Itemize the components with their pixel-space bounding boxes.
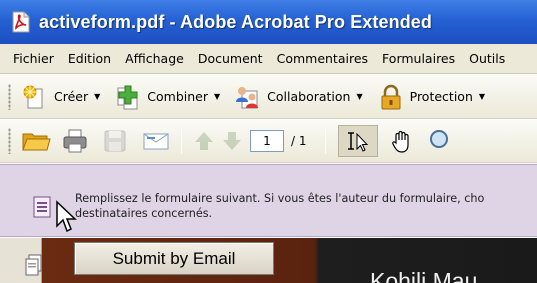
- menu-document[interactable]: Document: [191, 51, 270, 66]
- menu-edition[interactable]: Edition: [61, 51, 118, 66]
- forms-message-bar: Remplissez le formulaire suivant. Si vou…: [0, 164, 537, 237]
- form-instructions-line2: destinataires concernés.: [75, 207, 213, 220]
- create-button[interactable]: Créer ▼: [21, 83, 100, 111]
- task-toolbar: Créer ▼ Combiner ▼ Collaboration ▼ Prote…: [0, 75, 537, 119]
- form-document-icon[interactable]: [33, 196, 51, 218]
- collaboration-label: Collaboration: [267, 89, 351, 104]
- menu-fichier[interactable]: Fichier: [6, 51, 61, 66]
- collaboration-icon: [234, 83, 262, 111]
- toolbar-grip[interactable]: [8, 83, 11, 110]
- navigation-pane: [0, 238, 42, 283]
- submit-by-email-button[interactable]: Submit by Email: [74, 242, 274, 275]
- open-folder-icon[interactable]: [21, 127, 51, 155]
- form-instructions-text: Remplissez le formulaire suivant. Si vou…: [75, 191, 537, 221]
- mouse-pointer-icon: [55, 200, 77, 234]
- combine-label: Combiner: [147, 89, 208, 104]
- print-icon[interactable]: [61, 127, 89, 155]
- arrow-up-icon[interactable]: [190, 127, 218, 155]
- hand-tool-icon[interactable]: [388, 127, 416, 155]
- create-label: Créer: [54, 89, 89, 104]
- menu-commentaires[interactable]: Commentaires: [270, 51, 375, 66]
- protection-label: Protection: [409, 89, 473, 104]
- page-number-input[interactable]: 1: [250, 130, 284, 152]
- menu-outils[interactable]: Outils: [462, 51, 512, 66]
- toolbar-separator: [181, 128, 182, 154]
- combine-files-icon: [114, 83, 142, 111]
- toolbar-separator: [324, 128, 326, 154]
- text-select-cursor-icon: [347, 132, 368, 152]
- save-icon[interactable]: [101, 127, 129, 155]
- pdf-file-icon: [10, 11, 31, 33]
- page-total: / 1: [291, 134, 307, 148]
- toolbar-grip[interactable]: [8, 128, 11, 154]
- file-toolbar: 1 / 1: [0, 120, 537, 163]
- pages-panel-icon[interactable]: [25, 254, 43, 282]
- chevron-down-icon: ▼: [356, 92, 363, 101]
- collaboration-button[interactable]: Collaboration ▼: [234, 83, 363, 111]
- email-icon[interactable]: [141, 127, 169, 155]
- chevron-down-icon: ▼: [94, 92, 101, 101]
- menu-bar: Fichier Edition Affichage Document Comme…: [0, 44, 537, 74]
- document-heading: Kohili Mau: [370, 268, 478, 283]
- form-instructions-line1: Remplissez le formulaire suivant. Si vou…: [75, 192, 485, 205]
- arrow-down-icon[interactable]: [218, 127, 246, 155]
- chevron-down-icon: ▼: [214, 92, 221, 101]
- title-bar: activeform.pdf - Adobe Acrobat Pro Exten…: [0, 0, 537, 44]
- protection-button[interactable]: Protection ▼: [377, 83, 485, 111]
- menu-affichage[interactable]: Affichage: [118, 51, 191, 66]
- window-title: activeform.pdf - Adobe Acrobat Pro Exten…: [39, 11, 433, 32]
- zoom-icon[interactable]: [426, 127, 454, 155]
- lock-icon: [377, 83, 405, 111]
- chevron-down-icon: ▼: [478, 92, 486, 101]
- combine-button[interactable]: Combiner ▼: [114, 83, 220, 111]
- menu-formulaires[interactable]: Formulaires: [375, 51, 462, 66]
- select-tool-button[interactable]: [337, 125, 378, 157]
- create-pdf-icon: [21, 83, 49, 111]
